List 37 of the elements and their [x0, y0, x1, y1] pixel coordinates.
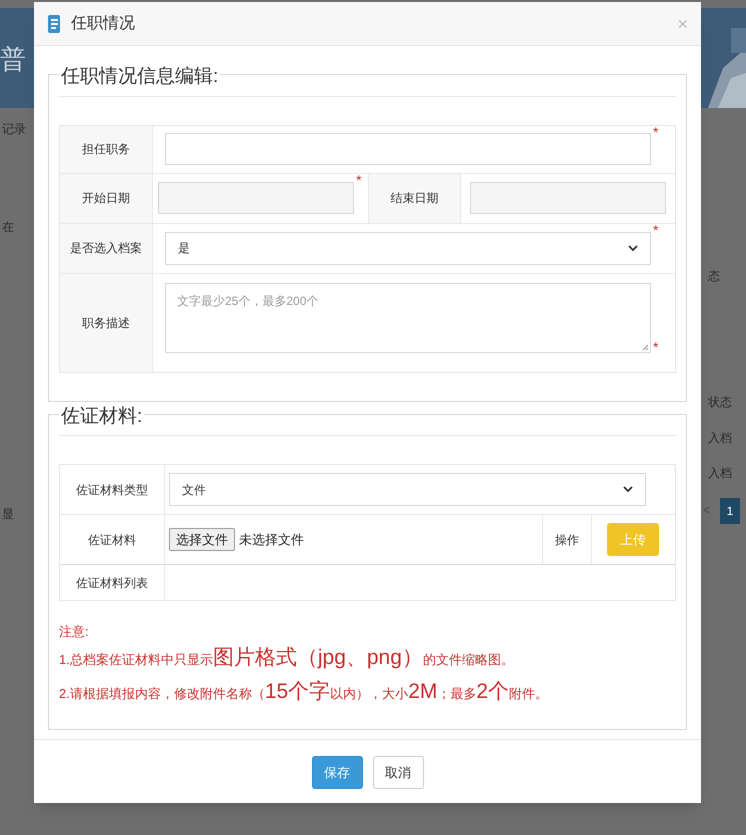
file-status: 未选择文件 [239, 530, 304, 549]
note-text: 1.总档案佐证材料中只显示图片格式（jpg、png）的文件缩略图。 [59, 645, 515, 671]
page-number[interactable]: 1 [720, 498, 740, 524]
background-label: 入档 [708, 465, 732, 482]
field-label: 是否选入档案 [60, 224, 153, 272]
placeholder-text: 文字最少25个，最多200个 [177, 292, 318, 310]
choose-file-button[interactable]: 选择文件 [169, 528, 235, 551]
chevron-down-icon [623, 486, 633, 493]
resize-handle-icon[interactable] [642, 344, 649, 350]
select-value: 文件 [182, 482, 206, 498]
field-label: 开始日期 [60, 174, 153, 222]
required-mark: * [653, 220, 660, 240]
field-label: 职务描述 [60, 274, 153, 372]
required-mark: * [653, 122, 660, 142]
banner-title: 普 [0, 43, 26, 76]
date-field[interactable] [158, 182, 354, 214]
field-label: 担任职务 [60, 126, 153, 172]
text-input[interactable] [165, 133, 651, 165]
chevron-down-icon [628, 244, 638, 252]
background-label: 显 [2, 506, 15, 523]
background-label: 入档 [708, 430, 732, 447]
background-label: 在 [2, 219, 15, 236]
material-type-select[interactable]: 文件 [169, 473, 646, 506]
cancel-button[interactable]: 取消 [372, 756, 424, 789]
field-label: 结束日期 [369, 174, 461, 222]
background-label: 状态 [708, 394, 732, 411]
document-icon [47, 14, 61, 32]
required-mark: * [653, 338, 660, 356]
background-label: 态 [708, 268, 720, 285]
note-title: 注意: [59, 623, 90, 641]
dialog-title: 任职情况 [71, 14, 135, 34]
required-mark: * [356, 170, 363, 190]
note-text: 2.请根据填报内容，修改附件名称（15个字以内），大小2M；最多2个附件。 [59, 679, 550, 705]
archive-select[interactable]: 是 [165, 232, 651, 264]
date-field[interactable] [470, 182, 666, 214]
background-label: 记录 [2, 121, 27, 138]
select-value: 是 [178, 240, 190, 257]
